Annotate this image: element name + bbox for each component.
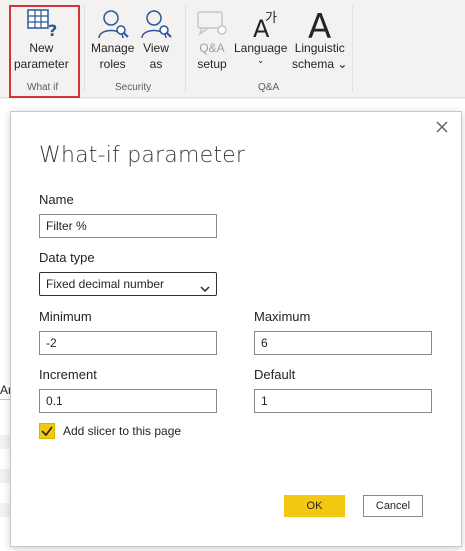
svg-text:A: A bbox=[308, 7, 331, 40]
chevron-down-icon: ⌄ bbox=[256, 55, 265, 65]
add-slicer-label: Add slicer to this page bbox=[63, 424, 182, 438]
qa-setup-button[interactable]: Q&A setup bbox=[194, 6, 230, 72]
linguistic-schema-button[interactable]: A Linguistic schema ⌄ bbox=[292, 6, 347, 72]
ribbon-separator bbox=[352, 6, 353, 92]
increment-label: Increment bbox=[39, 367, 97, 382]
data-type-select[interactable]: Fixed decimal number bbox=[39, 272, 217, 296]
manage-roles-label-1: Manage bbox=[91, 41, 135, 55]
minimum-label: Minimum bbox=[39, 309, 92, 324]
group-label-security: Security bbox=[115, 82, 152, 93]
canvas-row bbox=[0, 435, 10, 449]
name-input[interactable]: Filter % bbox=[39, 214, 217, 238]
view-as-label-2: as bbox=[149, 57, 163, 71]
dialog-title: What-if parameter bbox=[39, 143, 246, 168]
svg-text:?: ? bbox=[48, 21, 57, 40]
increment-input[interactable]: 0.1 bbox=[39, 389, 217, 413]
canvas-row bbox=[0, 503, 10, 517]
ribbon: ? New parameter What if Manage roles Vie… bbox=[0, 0, 465, 98]
what-if-parameter-dialog: What-if parameter Name Filter % Data typ… bbox=[10, 111, 462, 547]
chevron-down-icon bbox=[200, 279, 210, 293]
canvas-divider bbox=[0, 399, 10, 400]
svg-text:가: 가 bbox=[265, 11, 277, 26]
chevron-down-icon: ⌄ bbox=[337, 57, 348, 71]
data-type-label: Data type bbox=[39, 250, 95, 265]
view-as-label-1: View bbox=[143, 41, 169, 55]
view-as-button[interactable]: View as bbox=[138, 6, 174, 72]
group-label-whatif: What if bbox=[27, 82, 59, 93]
qa-setup-label-2: setup bbox=[197, 57, 227, 71]
new-parameter-label-1: New bbox=[29, 41, 54, 55]
user-magnify-icon bbox=[138, 6, 174, 40]
language-label: Language bbox=[234, 41, 288, 55]
data-type-value: Fixed decimal number bbox=[46, 277, 165, 291]
language-button[interactable]: A 가 Language ⌄ bbox=[234, 6, 288, 65]
chat-gear-icon bbox=[194, 6, 230, 40]
language-letters-icon: A 가 bbox=[243, 6, 279, 43]
ribbon-separator bbox=[84, 6, 85, 92]
group-label-qa: Q&A bbox=[258, 82, 280, 93]
maximum-input[interactable]: 6 bbox=[254, 331, 432, 355]
new-parameter-button[interactable]: ? New parameter bbox=[14, 6, 69, 72]
linguistic-schema-label-1: Linguistic bbox=[294, 41, 345, 55]
add-slicer-checkbox[interactable] bbox=[39, 423, 55, 439]
default-label: Default bbox=[254, 367, 296, 382]
qa-setup-label-1: Q&A bbox=[199, 41, 225, 55]
default-input[interactable]: 1 bbox=[254, 389, 432, 413]
new-parameter-label-2: parameter bbox=[14, 57, 69, 71]
user-magnify-icon bbox=[95, 6, 131, 40]
maximum-label: Maximum bbox=[254, 309, 311, 324]
cancel-button[interactable]: Cancel bbox=[363, 495, 423, 517]
ribbon-separator bbox=[185, 6, 186, 92]
linguistic-schema-label-2: schema ⌄ bbox=[292, 57, 348, 71]
table-question-icon: ? bbox=[23, 6, 59, 40]
manage-roles-label-2: roles bbox=[99, 57, 126, 71]
letter-a-icon: A bbox=[302, 6, 338, 47]
manage-roles-button[interactable]: Manage roles bbox=[91, 6, 134, 72]
ok-button[interactable]: OK bbox=[284, 495, 345, 517]
minimum-input[interactable]: -2 bbox=[39, 331, 217, 355]
checkmark-icon bbox=[41, 426, 53, 437]
close-icon[interactable] bbox=[435, 120, 449, 134]
name-label: Name bbox=[39, 192, 74, 207]
canvas-row bbox=[0, 469, 10, 483]
